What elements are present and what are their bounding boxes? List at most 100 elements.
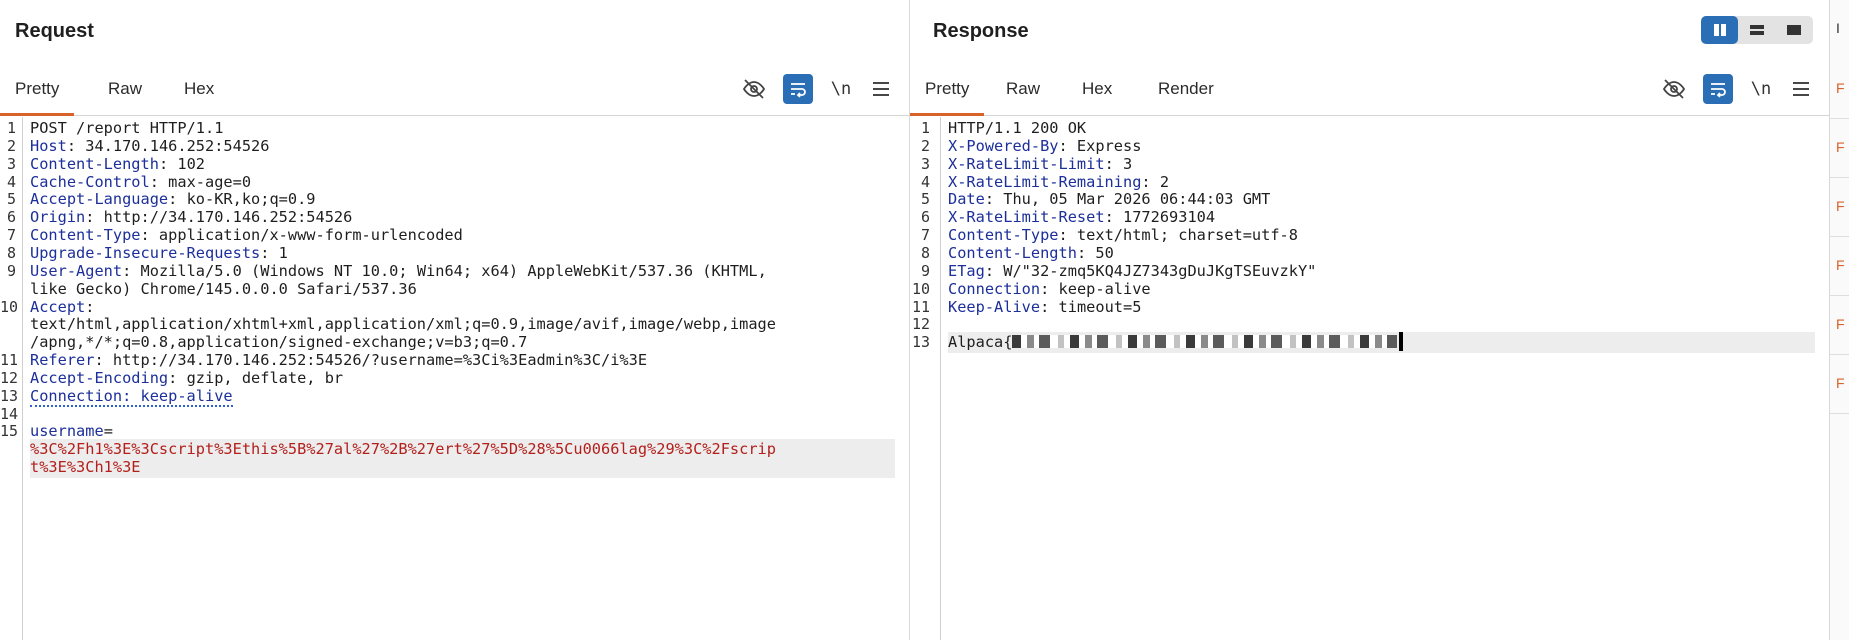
show-newlines-toggle[interactable]: \n — [1746, 74, 1776, 104]
side-strip-item[interactable]: F — [1830, 178, 1849, 237]
request-editor[interactable]: 1 POST /report HTTP/1.1 2 Host: 34.170.146.… — [0, 117, 909, 640]
header-name: X-RateLimit-Limit — [948, 154, 1105, 173]
header-value: : — [85, 297, 95, 316]
header-value: : timeout=5 — [1040, 297, 1142, 316]
request-title: Request — [15, 20, 94, 42]
request-tabs: Pretty Raw Hex — [0, 68, 909, 116]
code-text: t%3E%3Ch1%3E — [30, 457, 895, 479]
header-name: X-RateLimit-Reset — [948, 208, 1105, 227]
side-strip-item[interactable]: F — [1830, 60, 1849, 119]
header-value: : 1772693104 — [1104, 208, 1216, 227]
wrap-lines-icon[interactable] — [1703, 74, 1733, 104]
side-strip-item[interactable]: F — [1830, 119, 1849, 178]
header-value: : W/"32-zmq5KQ4JZ7343gDuJKgTSEuvzkY" — [984, 261, 1317, 280]
single-pane-layout-icon[interactable] — [1775, 16, 1812, 44]
header-value: : text/html; charset=utf-8 — [1058, 226, 1298, 245]
inspector-side-strip: I F F F F F F — [1830, 0, 1849, 640]
header-name: Referer — [30, 351, 95, 370]
header-name: Keep-Alive — [948, 297, 1041, 316]
tab-raw[interactable]: Raw — [93, 68, 157, 116]
top-bottom-layout-icon[interactable] — [1738, 16, 1775, 44]
newline-label: \n — [830, 79, 852, 99]
header-name: Date — [948, 190, 985, 209]
code-line: 13 Alpaca{ — [910, 332, 1829, 354]
eye-off-icon[interactable] — [739, 74, 769, 104]
header-value: like Gecko) Chrome/145.0.0.0 Safari/537.… — [30, 279, 417, 298]
text-cursor — [1399, 332, 1404, 352]
header-name: Origin — [30, 208, 86, 227]
tab-hex[interactable]: Hex — [1067, 68, 1127, 116]
response-editor[interactable]: 1 HTTP/1.1 200 OK 2 X-Powered-By: Express 3 X… — [910, 117, 1829, 640]
header-name: Connection — [948, 279, 1041, 298]
header-value: : 102 — [158, 154, 205, 173]
tab-raw[interactable]: Raw — [991, 68, 1055, 116]
header-value: : keep-alive — [1040, 279, 1151, 298]
header-name: Upgrade-Insecure-Requests — [30, 243, 261, 262]
header-name: X-RateLimit-Remaining — [948, 172, 1142, 191]
header-value: text/html,application/xhtml+xml,applicat… — [30, 315, 776, 334]
param-value: %3C%2Fh1%3E%3Cscript%3Ethis%5B%27al%27%2… — [30, 440, 776, 459]
header-value: : ko-KR,ko;q=0.9 — [168, 190, 316, 209]
header-value: : application/x-www-form-urlencoded — [140, 226, 463, 245]
header-value: : gzip, deflate, br — [168, 368, 344, 387]
side-strip-top-label: I — [1836, 20, 1840, 36]
request-panel: Request Pretty Raw Hex \n 1 POST /report … — [0, 0, 909, 640]
tab-pretty[interactable]: Pretty — [910, 68, 985, 116]
hamburger-menu-icon[interactable] — [866, 74, 896, 104]
header-name: Content-Length — [948, 243, 1077, 262]
header-value: : Thu, 05 Mar 2026 06:44:03 GMT — [984, 190, 1271, 209]
side-strip-item-label: F — [1836, 139, 1845, 155]
response-panel: Response Pretty Raw Hex Render \n 1 HTTP/… — [910, 0, 1829, 640]
side-strip-item-label: F — [1836, 257, 1845, 273]
header-name: Accept-Language — [30, 190, 169, 209]
param-value: t%3E%3Ch1%3E — [30, 458, 141, 477]
header-value: = — [103, 422, 113, 441]
header-name: Host — [30, 136, 67, 155]
header-name: Cache-Control — [30, 172, 150, 191]
response-body-text: Alpaca{ — [948, 333, 1013, 352]
newline-label: \n — [1750, 79, 1772, 99]
header-value: : http://34.170.146.252:54526/?username=… — [94, 351, 648, 370]
header-name: Accept — [30, 297, 86, 316]
header-name: X-Powered-By — [948, 136, 1059, 155]
side-strip-item-label: F — [1836, 316, 1845, 332]
side-strip-item[interactable]: F — [1830, 296, 1849, 355]
header-name: Content-Type — [30, 226, 141, 245]
header-value: : 2 — [1141, 172, 1170, 191]
line-number: 13 — [911, 333, 930, 352]
side-strip-item[interactable]: F — [1830, 355, 1849, 414]
header-name: username — [30, 422, 104, 441]
layout-toggle-group — [1701, 16, 1813, 44]
side-by-side-layout-icon[interactable] — [1701, 16, 1738, 44]
eye-off-icon[interactable] — [1659, 74, 1689, 104]
side-strip-item[interactable]: F — [1830, 237, 1849, 296]
redacted-flag-blur — [1012, 335, 1398, 349]
header-value: HTTP/1.1 200 OK — [948, 119, 1087, 137]
header-name: ETag — [948, 261, 985, 280]
header-value: : max-age=0 — [149, 172, 252, 191]
side-strip-item-label: F — [1836, 198, 1845, 214]
hamburger-menu-icon[interactable] — [1786, 74, 1816, 104]
header-name: Content-Type — [948, 226, 1059, 245]
response-tabs: Pretty Raw Hex Render — [910, 68, 1829, 116]
code-text: Alpaca{ — [948, 332, 1815, 354]
header-value: : 34.170.146.252:54526 — [66, 136, 270, 155]
header-value: : Mozilla/5.0 (Windows NT 10.0; Win64; x… — [122, 261, 767, 280]
header-value: : 3 — [1104, 154, 1133, 173]
wrap-lines-icon[interactable] — [783, 74, 813, 104]
show-newlines-toggle[interactable]: \n — [826, 74, 856, 104]
header-value: POST /report HTTP/1.1 — [30, 119, 224, 137]
tab-render[interactable]: Render — [1143, 68, 1229, 116]
tab-pretty[interactable]: Pretty — [0, 68, 75, 116]
header-value: : 50 — [1076, 243, 1114, 262]
code-line: t%3E%3Ch1%3E — [0, 457, 909, 479]
header-value: : 1 — [260, 243, 288, 262]
header-name: Accept-Encoding — [30, 368, 169, 387]
header-name: User-Agent — [30, 261, 123, 280]
response-title: Response — [933, 20, 1029, 42]
tab-hex[interactable]: Hex — [169, 68, 229, 116]
side-strip-item-label: F — [1836, 80, 1845, 96]
header-value: : Express — [1058, 136, 1142, 155]
header-value: /apng,*/*;q=0.8,application/signed-excha… — [30, 333, 528, 352]
header-name: Content-Length — [30, 154, 159, 173]
